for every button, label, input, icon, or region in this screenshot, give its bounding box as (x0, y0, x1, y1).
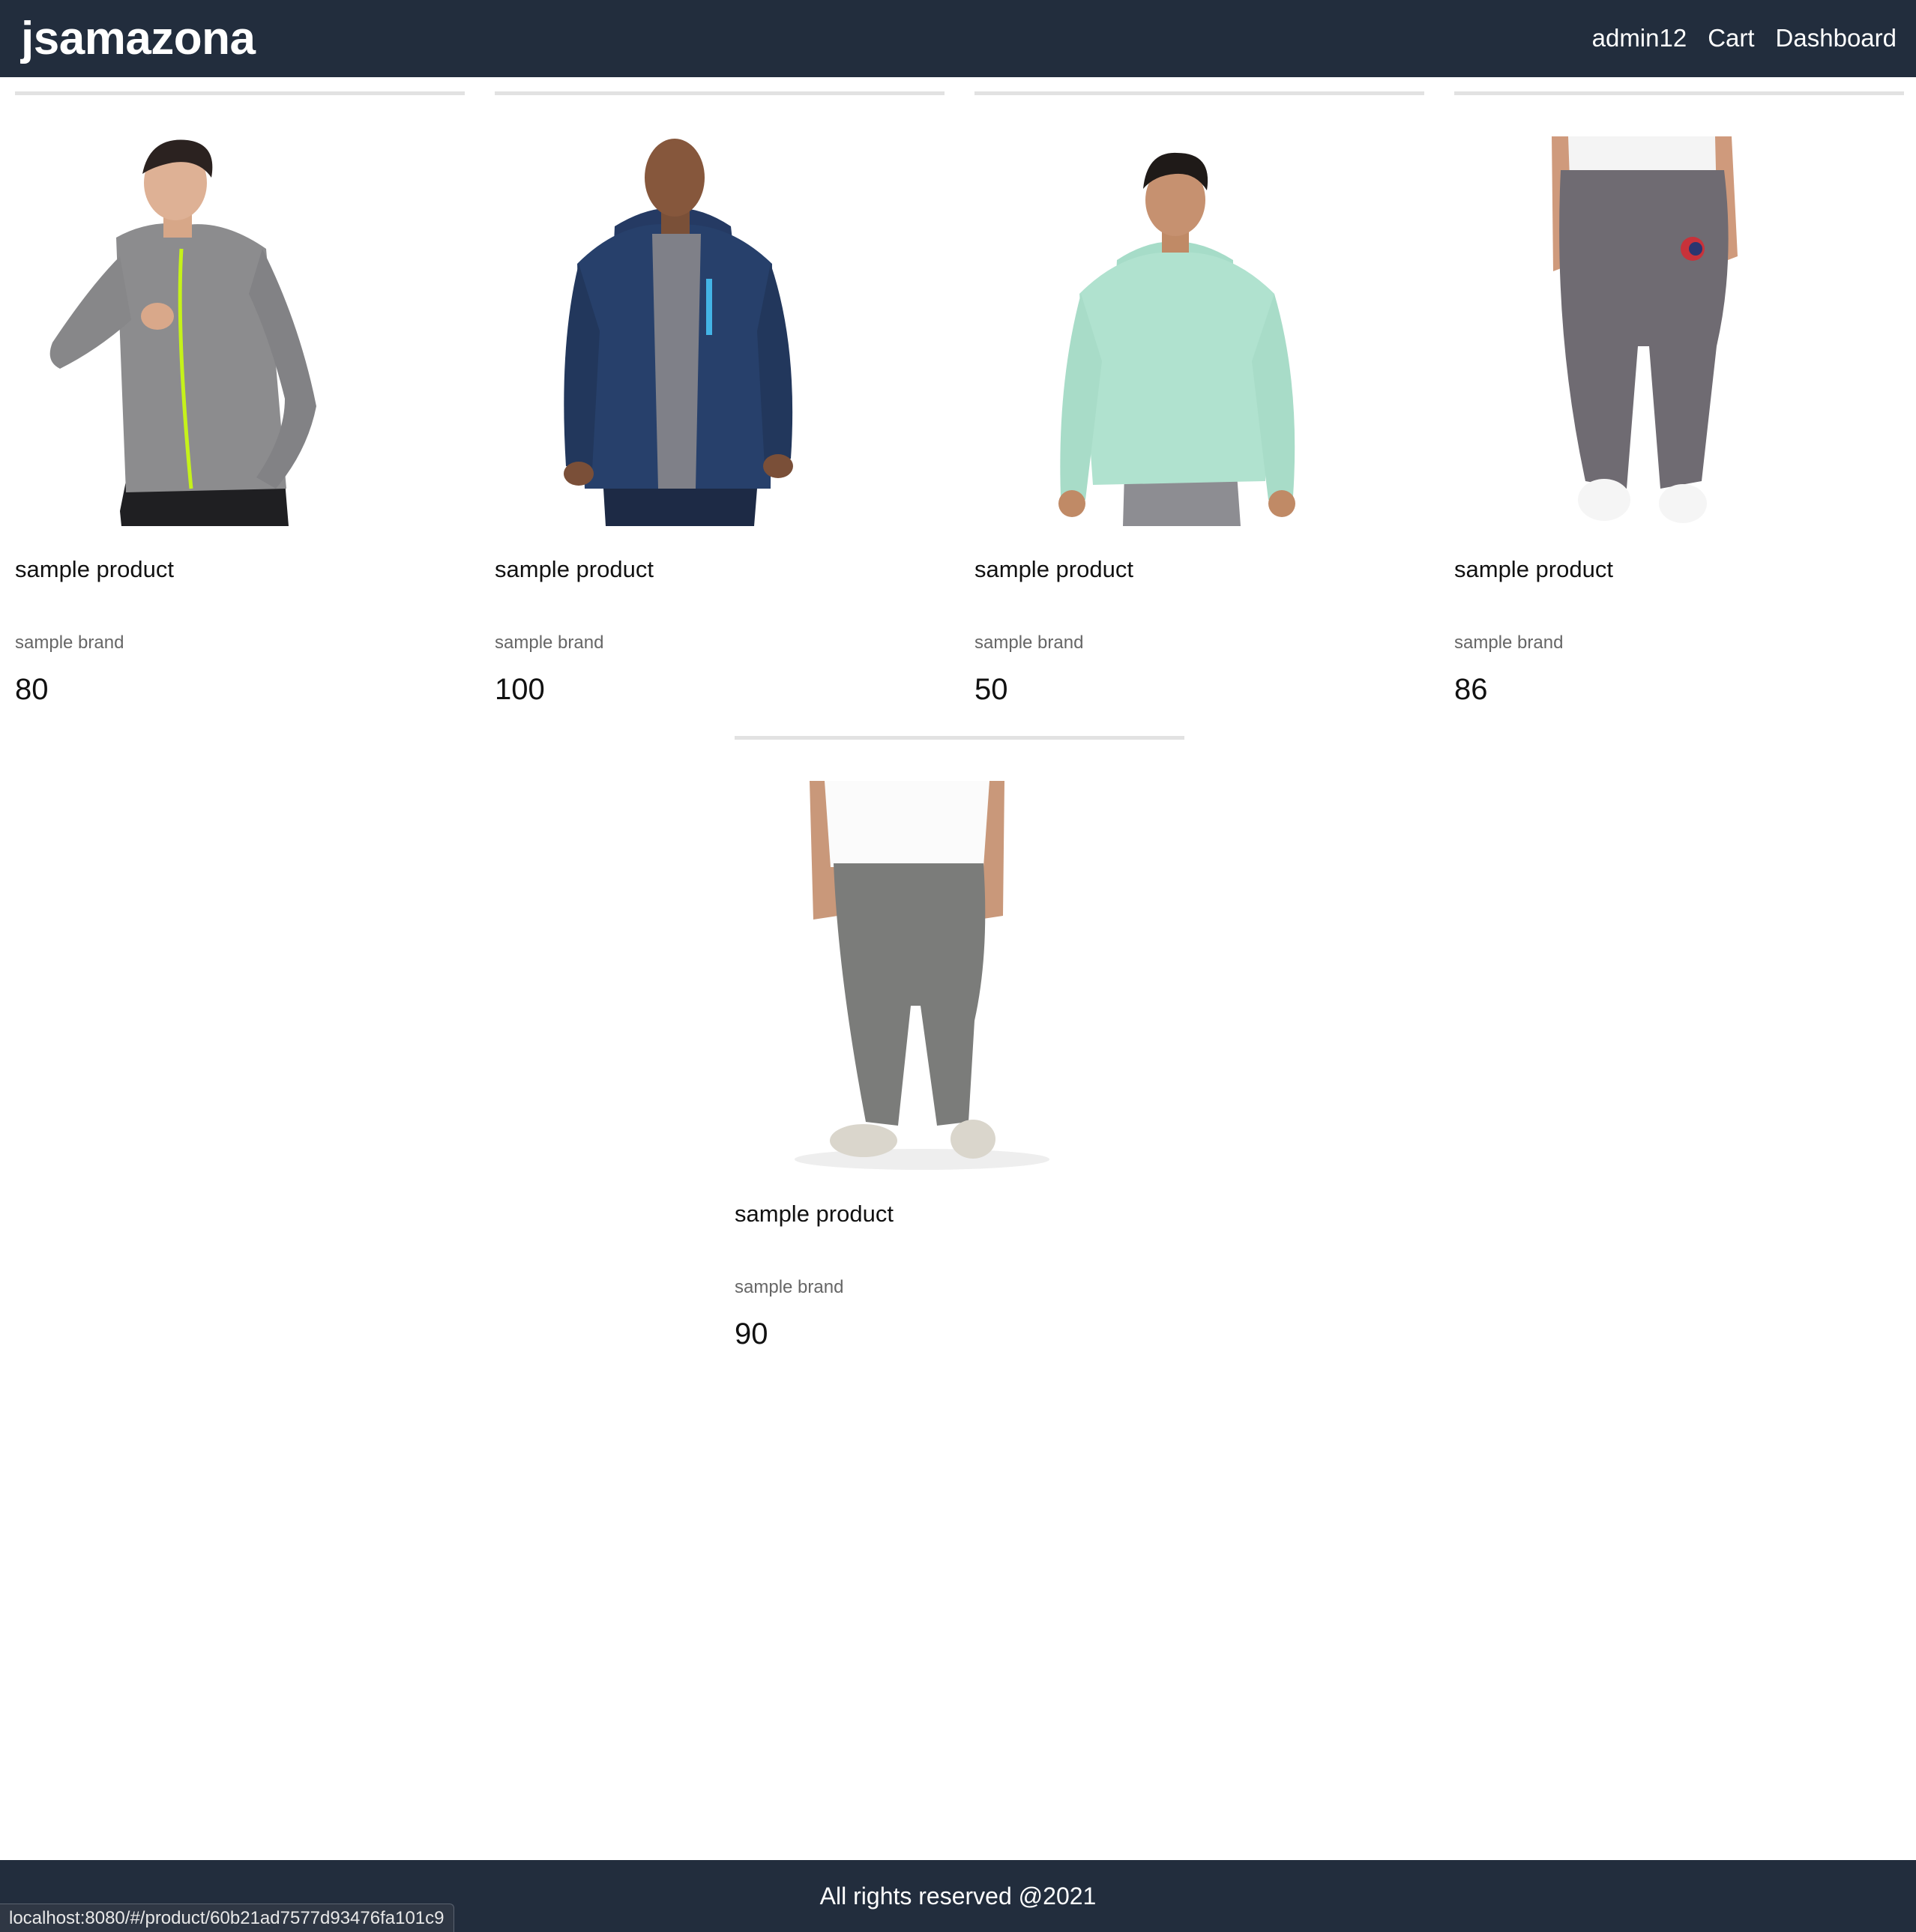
product-price: 100 (495, 673, 545, 706)
nav-user-link[interactable]: admin12 (1592, 24, 1687, 52)
nav-cart-link[interactable]: Cart (1708, 24, 1754, 52)
browser-status-url: localhost:8080/#/product/60b21ad7577d934… (0, 1904, 454, 1932)
product-price: 50 (974, 673, 1008, 706)
card-divider (735, 736, 1184, 740)
product-brand: sample brand (1454, 633, 1564, 653)
site-header: jsamazona admin12 Cart Dashboard (0, 0, 1916, 77)
product-brand: sample brand (15, 633, 124, 653)
product-price: 86 (1454, 673, 1488, 706)
product-name-link[interactable]: sample product (974, 556, 1133, 583)
product-name-link[interactable]: sample product (15, 556, 174, 583)
product-name-link[interactable]: sample product (735, 1201, 894, 1228)
product-brand: sample brand (735, 1277, 844, 1297)
card-divider (974, 91, 1424, 95)
product-image-gray-joggers[interactable] (1499, 136, 1784, 526)
product-image-navy-zip-hoodie[interactable] (532, 136, 817, 526)
nav-dashboard-link[interactable]: Dashboard (1776, 24, 1897, 52)
product-image-mint-hoodie[interactable] (1027, 136, 1312, 526)
product-image-gray-zip-jacket[interactable] (37, 136, 322, 526)
brand-logo-link[interactable]: jsamazona (21, 12, 256, 65)
product-price: 80 (15, 673, 49, 706)
card-divider (1454, 91, 1904, 95)
card-divider (495, 91, 945, 95)
product-name-link[interactable]: sample product (495, 556, 654, 583)
product-brand: sample brand (495, 633, 604, 653)
product-name-link[interactable]: sample product (1454, 556, 1613, 583)
product-image-gray-track-pants[interactable] (780, 781, 1064, 1171)
product-brand: sample brand (974, 633, 1084, 653)
header-nav: admin12 Cart Dashboard (1592, 24, 1897, 52)
card-divider (15, 91, 465, 95)
product-price: 90 (735, 1317, 768, 1350)
